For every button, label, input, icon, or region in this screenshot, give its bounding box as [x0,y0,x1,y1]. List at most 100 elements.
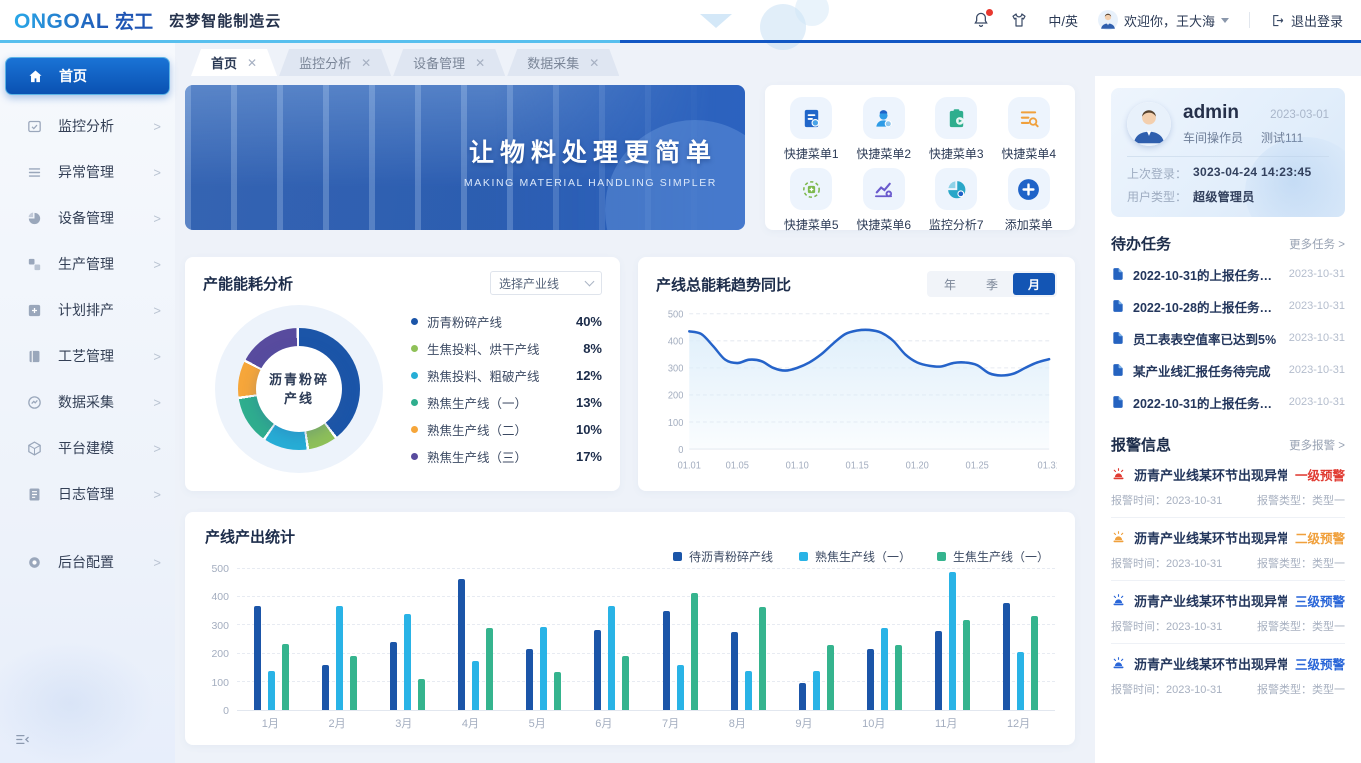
bar[interactable] [350,656,357,710]
tab-设备管理[interactable]: 设备管理✕ [393,49,505,76]
tab-数据采集[interactable]: 数据采集✕ [507,49,619,76]
bar[interactable] [390,642,397,710]
brand-logo[interactable]: ONGOAL 宏工 [14,7,153,34]
close-icon[interactable]: ✕ [361,56,371,70]
bar[interactable] [594,630,601,710]
sidebar-item-首页[interactable]: 首页 [5,57,170,95]
alarm-item[interactable]: 沥青产业线某环节出现异常 三级预警 报警时间：2023-10-31 报警类型：类… [1111,644,1345,706]
bar[interactable] [935,631,942,710]
alarm-item[interactable]: 沥青产业线某环节出现异常 二级预警 报警时间：2023-10-31 报警类型：类… [1111,518,1345,581]
bar[interactable] [268,671,275,710]
todo-item[interactable]: 员工表表空值率已达到5% 2023-10-31 [1111,322,1345,354]
svg-text:01.10: 01.10 [786,460,810,472]
bar[interactable] [827,645,834,710]
bar[interactable] [663,611,670,710]
sidebar-item-异常管理[interactable]: 异常管理 > [0,149,175,195]
todo-item[interactable]: 某产业线汇报任务待完成 2023-10-31 [1111,354,1345,386]
logo-text-en: ONGOAL [14,10,109,34]
bar[interactable] [622,656,629,710]
bar[interactable] [486,628,493,710]
close-icon[interactable]: ✕ [589,56,599,70]
more-alarms-link[interactable]: 更多报警 > [1289,437,1345,453]
sidebar-item-工艺管理[interactable]: 工艺管理 > [0,333,175,379]
bar[interactable] [608,606,615,710]
bar[interactable] [731,632,738,710]
alarm-level-badge: 一级预警 [1295,465,1345,484]
bar[interactable] [472,661,479,710]
sidebar-item-日志管理[interactable]: 日志管理 > [0,471,175,517]
close-icon[interactable]: ✕ [247,56,257,70]
bar[interactable] [867,649,874,710]
logout-button[interactable]: 退出登录 [1270,11,1343,30]
tab-首页[interactable]: 首页✕ [191,49,277,76]
quick-menu-添加菜单[interactable]: 添加菜单 [993,168,1066,233]
bar[interactable] [404,614,411,710]
todo-item[interactable]: 2022-10-31的上报任务未完成 2023-10-31 [1111,386,1345,418]
bar[interactable] [554,672,561,710]
todo-item[interactable]: 2022-10-28的上报任务未完成 2023-10-31 [1111,290,1345,322]
bar[interactable] [963,620,970,710]
toggle-月[interactable]: 月 [1013,273,1055,295]
quick-menu-快捷菜单3[interactable]: 快捷菜单3 [920,97,993,162]
sidebar-collapse-icon[interactable] [14,731,31,753]
bar[interactable] [677,665,684,710]
bar[interactable] [418,679,425,710]
legend-dot [411,345,418,352]
sidebar-item-label: 后台配置 [58,552,153,572]
bar[interactable] [949,572,956,710]
bar[interactable] [322,665,329,710]
sidebar-item-后台配置[interactable]: 后台配置 > [0,539,175,585]
sidebar-item-平台建模[interactable]: 平台建模 > [0,425,175,471]
bar[interactable] [526,649,533,710]
toggle-季[interactable]: 季 [971,273,1013,295]
bar[interactable] [282,644,289,710]
bar[interactable] [759,607,766,710]
sidebar-item-计划排产[interactable]: 计划排产 > [0,287,175,333]
quick-menu-快捷菜单4[interactable]: 快捷菜单4 [993,97,1066,162]
bar[interactable] [813,671,820,710]
sidebar: 首页 监控分析 > 异常管理 > 设备管理 > 生产管理 > 计划排产 > 工艺… [0,43,175,763]
bar[interactable] [895,645,902,710]
bar[interactable] [745,671,752,710]
close-icon[interactable]: ✕ [475,56,485,70]
bar[interactable] [1003,603,1010,710]
theme-shirt-icon[interactable] [1010,11,1028,29]
alarm-time: 报警时间：2023-10-31 [1111,492,1222,508]
bar[interactable] [336,606,343,710]
sidebar-item-监控分析[interactable]: 监控分析 > [0,103,175,149]
quick-menu-快捷菜单6[interactable]: 快捷菜单6 [848,168,921,233]
hero-banner[interactable]: 让物料处理更简单 MAKING MATERIAL HANDLING SIMPLE… [185,85,745,230]
more-tasks-link[interactable]: 更多任务 > [1289,236,1345,252]
alarm-item[interactable]: 沥青产业线某环节出现异常 一级预警 报警时间：2023-10-31 报警类型：类… [1111,455,1345,518]
bar[interactable] [1031,616,1038,710]
todo-item[interactable]: 2022-10-31的上报任务未完成 2023-10-31 [1111,258,1345,290]
quick-menu-监控分析7[interactable]: 监控分析7 [920,168,993,233]
sidebar-item-生产管理[interactable]: 生产管理 > [0,241,175,287]
quick-menu-快捷菜单5[interactable]: 快捷菜单5 [775,168,848,233]
bar[interactable] [458,579,465,710]
language-toggle[interactable]: 中/英 [1048,11,1078,30]
sidebar-item-label: 工艺管理 [58,346,153,366]
sidebar-item-设备管理[interactable]: 设备管理 > [0,195,175,241]
quick-menu-快捷菜单2[interactable]: 快捷菜单2 [848,97,921,162]
alarm-section-title: 报警信息 [1111,434,1289,455]
alarm-item[interactable]: 沥青产业线某环节出现异常 三级预警 报警时间：2023-10-31 报警类型：类… [1111,581,1345,644]
sidebar-item-数据采集[interactable]: 数据采集 > [0,379,175,425]
user-menu[interactable]: 欢迎你，王大海 [1098,10,1229,30]
bar[interactable] [540,627,547,710]
bar[interactable] [254,606,261,710]
quick-menu-label: 添加菜单 [1005,216,1053,233]
quick-menu-快捷菜单1[interactable]: 快捷菜单1 [775,97,848,162]
legend-item[interactable]: 熟焦生产线（一） [799,548,911,565]
legend-item[interactable]: 生焦生产线（一） [937,548,1049,565]
bar[interactable] [1017,652,1024,710]
production-line-select[interactable]: 选择产业线 [490,271,602,295]
bar[interactable] [691,593,698,710]
toggle-年[interactable]: 年 [929,273,971,295]
legend-item[interactable]: 待沥青粉碎产线 [673,548,773,565]
todo-list: 2022-10-31的上报任务未完成 2023-10-31 2022-10-28… [1111,258,1345,418]
bar[interactable] [881,628,888,710]
tab-监控分析[interactable]: 监控分析✕ [279,49,391,76]
bar[interactable] [799,683,806,710]
notification-bell-icon[interactable] [972,11,990,29]
